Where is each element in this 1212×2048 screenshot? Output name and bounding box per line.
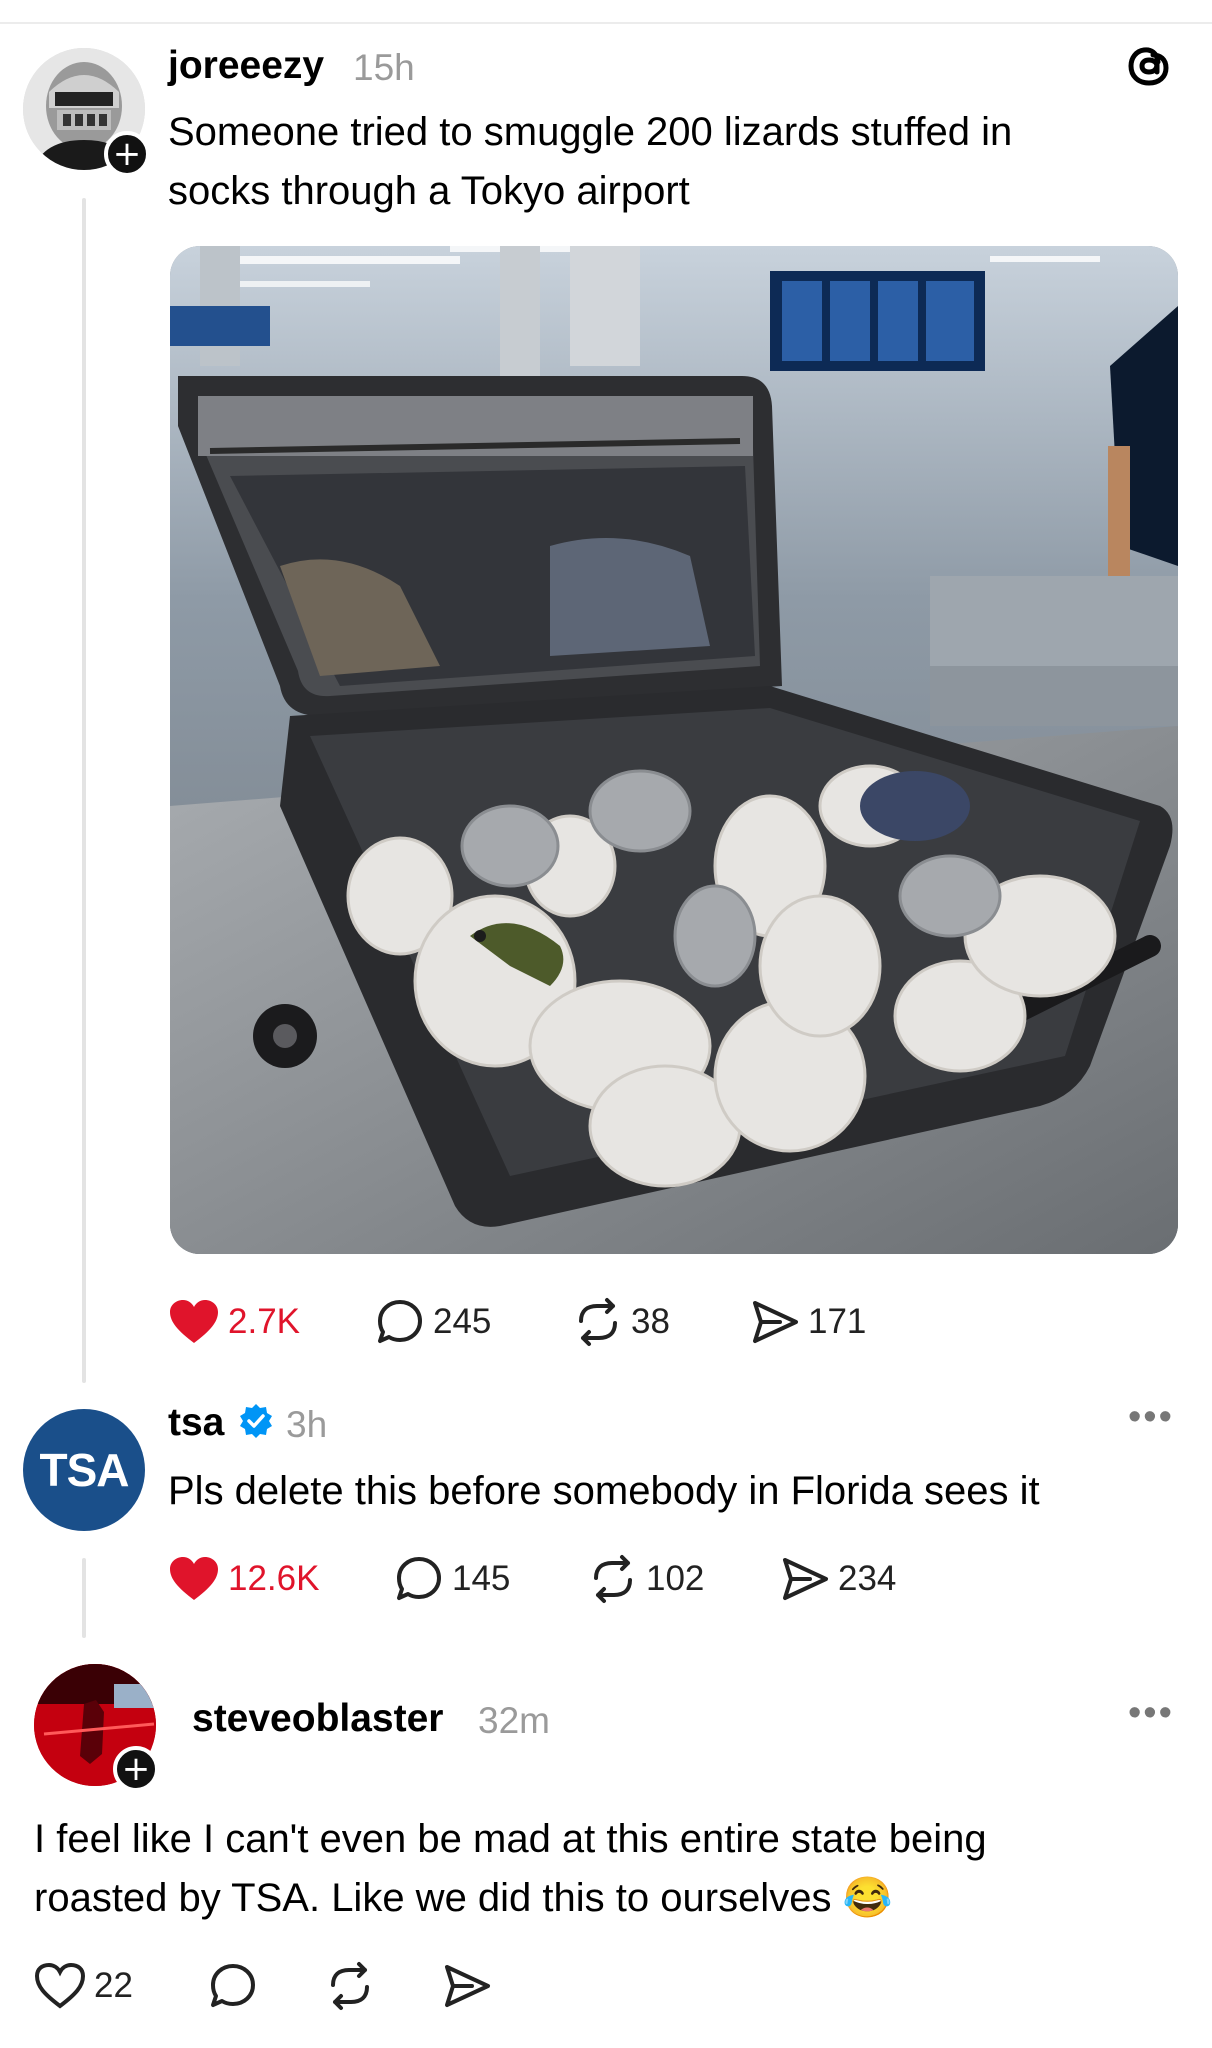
post-timestamp: 15h [353, 47, 415, 88]
verified-badge-icon [238, 1403, 274, 1444]
repost-button[interactable]: 38 [573, 1292, 670, 1352]
tsa-username[interactable]: tsa [168, 1401, 224, 1445]
top-divider [0, 22, 1212, 24]
tsa-reply-count: 145 [452, 1559, 511, 1598]
tsa-reply-button[interactable]: 145 [394, 1549, 510, 1609]
comment-bubble-icon [211, 1964, 255, 2007]
reply2-repost-button[interactable] [325, 1956, 375, 2016]
reply2-share-button[interactable] [442, 1956, 492, 2016]
comment-bubble-icon [378, 1300, 422, 1343]
reply-count: 245 [433, 1302, 492, 1341]
tsa-timestamp: 3h [286, 1404, 328, 1445]
share-count: 171 [808, 1302, 867, 1341]
tsa-like-count: 12.6K [228, 1559, 320, 1598]
send-icon [445, 1965, 490, 2007]
heart-filled-icon [170, 1300, 218, 1343]
post-image[interactable] [170, 246, 1178, 1254]
heart-filled-icon [170, 1557, 218, 1600]
comment-bubble-icon [397, 1557, 441, 1600]
like-count: 2.7K [228, 1302, 300, 1341]
thread-line-reply [82, 1558, 86, 1638]
tsa-reply-text: Pls delete this before somebody in Flori… [168, 1469, 1040, 1513]
reply2-actions: 22 [34, 1956, 534, 2016]
threads-logo-icon[interactable] [1126, 42, 1172, 88]
repost-icon [594, 1555, 632, 1603]
tsa-repost-count: 102 [646, 1559, 705, 1598]
send-icon [783, 1558, 828, 1600]
thread-line [82, 198, 86, 1383]
reply2-reply-button[interactable] [208, 1956, 258, 2016]
repost-icon [331, 1962, 369, 2010]
tsa-repost-button[interactable]: 102 [588, 1549, 704, 1609]
like-button[interactable]: 2.7K [168, 1292, 300, 1352]
repost-count: 38 [631, 1302, 670, 1341]
tsa-avatar-text: TSA [39, 1444, 130, 1496]
share-button[interactable]: 171 [750, 1292, 866, 1352]
tsa-share-button[interactable]: 234 [780, 1549, 896, 1609]
repost-icon [579, 1298, 617, 1346]
reply-button[interactable]: 245 [375, 1292, 491, 1352]
reply2-like-button[interactable]: 22 [34, 1956, 133, 2016]
tsa-share-count: 234 [838, 1559, 897, 1598]
avatar-tsa[interactable]: TSA [23, 1409, 145, 1531]
post-text: Someone tried to smuggle 200 lizards stu… [168, 110, 1013, 213]
more-options-icon[interactable]: ••• [1128, 1396, 1174, 1439]
send-icon [753, 1301, 798, 1343]
post-actions: 2.7K 245 38 171 [168, 1292, 1068, 1352]
post-username[interactable]: joreeezy [168, 44, 324, 88]
heart-outline-icon [34, 1962, 86, 2009]
tsa-actions: 12.6K 145 102 234 [168, 1549, 1068, 1609]
reply2-timestamp: 32m [478, 1700, 550, 1741]
suitcase-photo [170, 246, 1178, 1254]
reply2-text: I feel like I can't even be mad at this … [34, 1817, 987, 1920]
reply2-like-count: 22 [94, 1966, 133, 2005]
follow-plus-icon[interactable]: + [113, 1746, 159, 1792]
more-options-icon[interactable]: ••• [1128, 1692, 1174, 1735]
tsa-like-button[interactable]: 12.6K [168, 1549, 319, 1609]
reply2-username[interactable]: steveoblaster [192, 1697, 443, 1741]
follow-plus-icon[interactable]: + [104, 131, 150, 177]
